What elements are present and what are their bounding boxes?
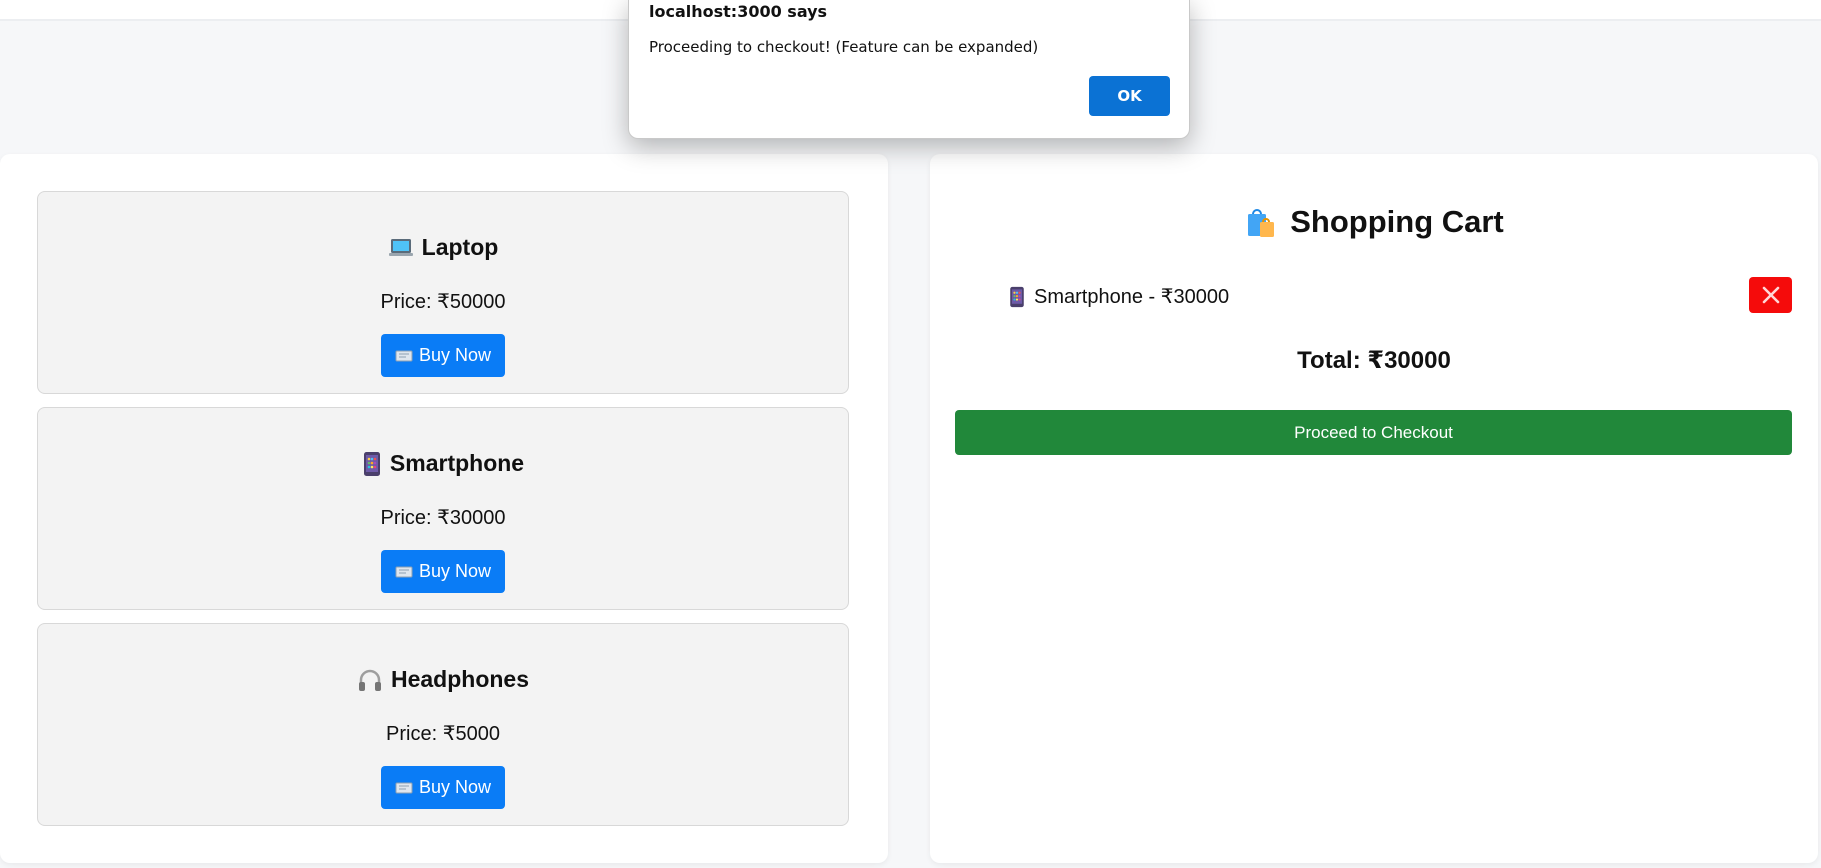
buy-now-label: Buy Now	[418, 345, 492, 365]
buy-now-label: Buy Now	[418, 777, 492, 797]
buy-now-button-headphones[interactable]: Buy Now	[381, 766, 505, 809]
laptop-icon	[388, 236, 414, 260]
products-panel: Laptop Price: ₹50000 Buy Now Smartphone …	[0, 154, 888, 863]
product-price: Price: ₹50000	[380, 291, 506, 313]
product-price: Price: ₹30000	[380, 507, 506, 529]
cart-item: Smartphone - ₹30000	[1008, 284, 1229, 309]
product-name: Headphones	[390, 666, 530, 692]
product-price: Price: ₹5000	[386, 723, 500, 745]
buy-now-button-laptop[interactable]: Buy Now	[381, 334, 505, 377]
proceed-to-checkout-button[interactable]: Proceed to Checkout	[955, 410, 1792, 455]
smartphone-icon	[362, 451, 382, 477]
product-title: Headphones	[38, 666, 848, 693]
product-title: Smartphone	[38, 450, 848, 477]
banknote-icon	[395, 781, 413, 795]
banknote-icon	[395, 349, 413, 363]
cart-panel: Shopping Cart Smartphone - ₹30000 Total:…	[930, 154, 1818, 863]
shopping-bags-icon	[1244, 205, 1278, 239]
buy-now-button-smartphone[interactable]: Buy Now	[381, 550, 505, 593]
dialog-ok-button[interactable]: OK	[1089, 76, 1170, 116]
banknote-icon	[395, 565, 413, 579]
smartphone-icon	[1008, 286, 1026, 308]
alert-dialog: localhost:3000 says Proceeding to checko…	[628, 0, 1190, 139]
product-card-laptop: Laptop Price: ₹50000 Buy Now	[37, 191, 849, 394]
dialog-message: Proceeding to checkout! (Feature can be …	[649, 38, 1039, 56]
product-card-headphones: Headphones Price: ₹5000 Buy Now	[37, 623, 849, 826]
buy-now-label: Buy Now	[418, 561, 492, 581]
cart-title-text: Shopping Cart	[1290, 204, 1504, 239]
remove-item-button[interactable]	[1749, 277, 1792, 313]
close-icon	[1761, 285, 1781, 305]
cart-total: Total: ₹30000	[1297, 347, 1451, 374]
cart-item-text: Smartphone - ₹30000	[1034, 286, 1230, 308]
product-name: Smartphone	[389, 450, 525, 476]
product-title: Laptop	[38, 234, 848, 261]
headphones-icon	[357, 668, 383, 692]
cart-title: Shopping Cart	[930, 204, 1818, 240]
product-card-smartphone: Smartphone Price: ₹30000 Buy Now	[37, 407, 849, 610]
product-name: Laptop	[421, 234, 499, 260]
dialog-title: localhost:3000 says	[649, 2, 828, 21]
